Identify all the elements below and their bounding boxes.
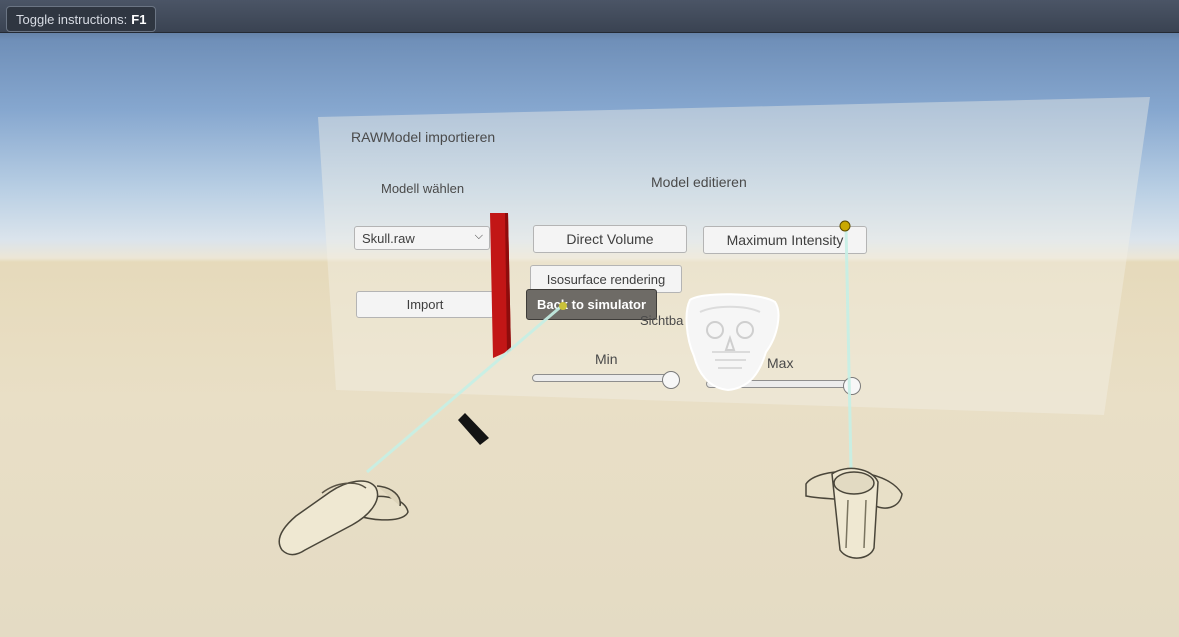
- right-pointer-dot: [839, 220, 851, 232]
- right-laser-beam: [844, 225, 853, 469]
- left-controller: [278, 480, 409, 556]
- vr-scene: Toggle instructions: F1 RAWModel importi…: [0, 0, 1179, 637]
- scene-overlay: [278, 213, 903, 559]
- left-pointer-dot: [559, 302, 567, 310]
- right-controller: [805, 467, 903, 559]
- skull-model: [685, 293, 780, 392]
- left-laser-beam: [366, 302, 565, 474]
- black-stick: [458, 413, 489, 445]
